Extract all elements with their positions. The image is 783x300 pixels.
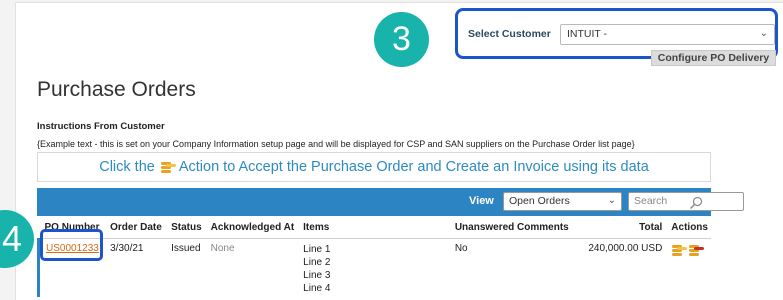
column-header[interactable]: Unanswered Comments: [448, 216, 572, 239]
configure-po-delivery-button[interactable]: Configure PO Delivery: [651, 50, 776, 66]
instructions-heading: Instructions From Customer: [37, 121, 165, 132]
banner-suffix: Action to Accept the Purchase Order and …: [178, 159, 649, 175]
chevron-down-icon: ⌄: [759, 28, 768, 39]
column-header[interactable]: Status: [165, 216, 205, 239]
select-customer-label: Select Customer: [468, 28, 551, 40]
order-date-cell: 3/30/21: [110, 242, 144, 254]
coin-stack-icon: [160, 160, 176, 174]
action-banner: Click the Action to Accept the Purchase …: [37, 152, 711, 182]
status-cell: Issued: [171, 242, 201, 254]
items-cell: Line 1 Line 2 Line 3 Line 4: [297, 238, 449, 297]
unanswered-comments-cell: No: [454, 242, 468, 254]
instructions-text: {Example text - this is set on your Comp…: [37, 139, 635, 149]
acknowledged-at-cell: None: [210, 242, 235, 254]
customer-select[interactable]: INTUIT - ⌄: [560, 24, 775, 45]
column-header[interactable]: Order Date: [104, 216, 166, 239]
po-number-highlight-box: [40, 229, 103, 261]
page-title: Purchase Orders: [37, 78, 196, 101]
item-line: Line 3: [303, 269, 331, 281]
table-header-row: PO Number Order Date Status Acknowledged…: [38, 216, 711, 239]
item-line: Line 1: [303, 243, 331, 255]
column-header: Actions: [665, 216, 711, 239]
column-header[interactable]: Acknowledged At: [204, 216, 298, 239]
column-header[interactable]: Total: [571, 216, 666, 239]
accept-invoice-icon[interactable]: [671, 243, 688, 257]
search-input[interactable]: Search: [628, 192, 744, 211]
view-select-value: Open Orders: [509, 195, 570, 207]
reject-icon[interactable]: [688, 243, 705, 257]
actions-cell: [665, 238, 711, 297]
view-label: View: [469, 195, 494, 207]
customer-select-value: INTUIT -: [567, 28, 608, 40]
callout-badge-3: 3: [374, 12, 429, 67]
column-header[interactable]: Items: [297, 216, 449, 239]
list-toolbar: View Open Orders ⌄ Search: [37, 188, 744, 216]
chevron-down-icon: ⌄: [607, 195, 616, 206]
banner-prefix: Click the: [99, 159, 155, 175]
purchase-orders-table: PO Number Order Date Status Acknowledged…: [37, 216, 711, 297]
view-select[interactable]: Open Orders ⌄: [503, 192, 622, 211]
item-line: Line 2: [303, 256, 331, 268]
search-icon[interactable]: [689, 196, 703, 210]
table-row: US0001233 3/30/21 Issued None Line 1 Lin…: [38, 238, 712, 297]
total-cell: 240,000.00 USD: [588, 242, 663, 254]
item-line: Line 4: [303, 282, 331, 294]
